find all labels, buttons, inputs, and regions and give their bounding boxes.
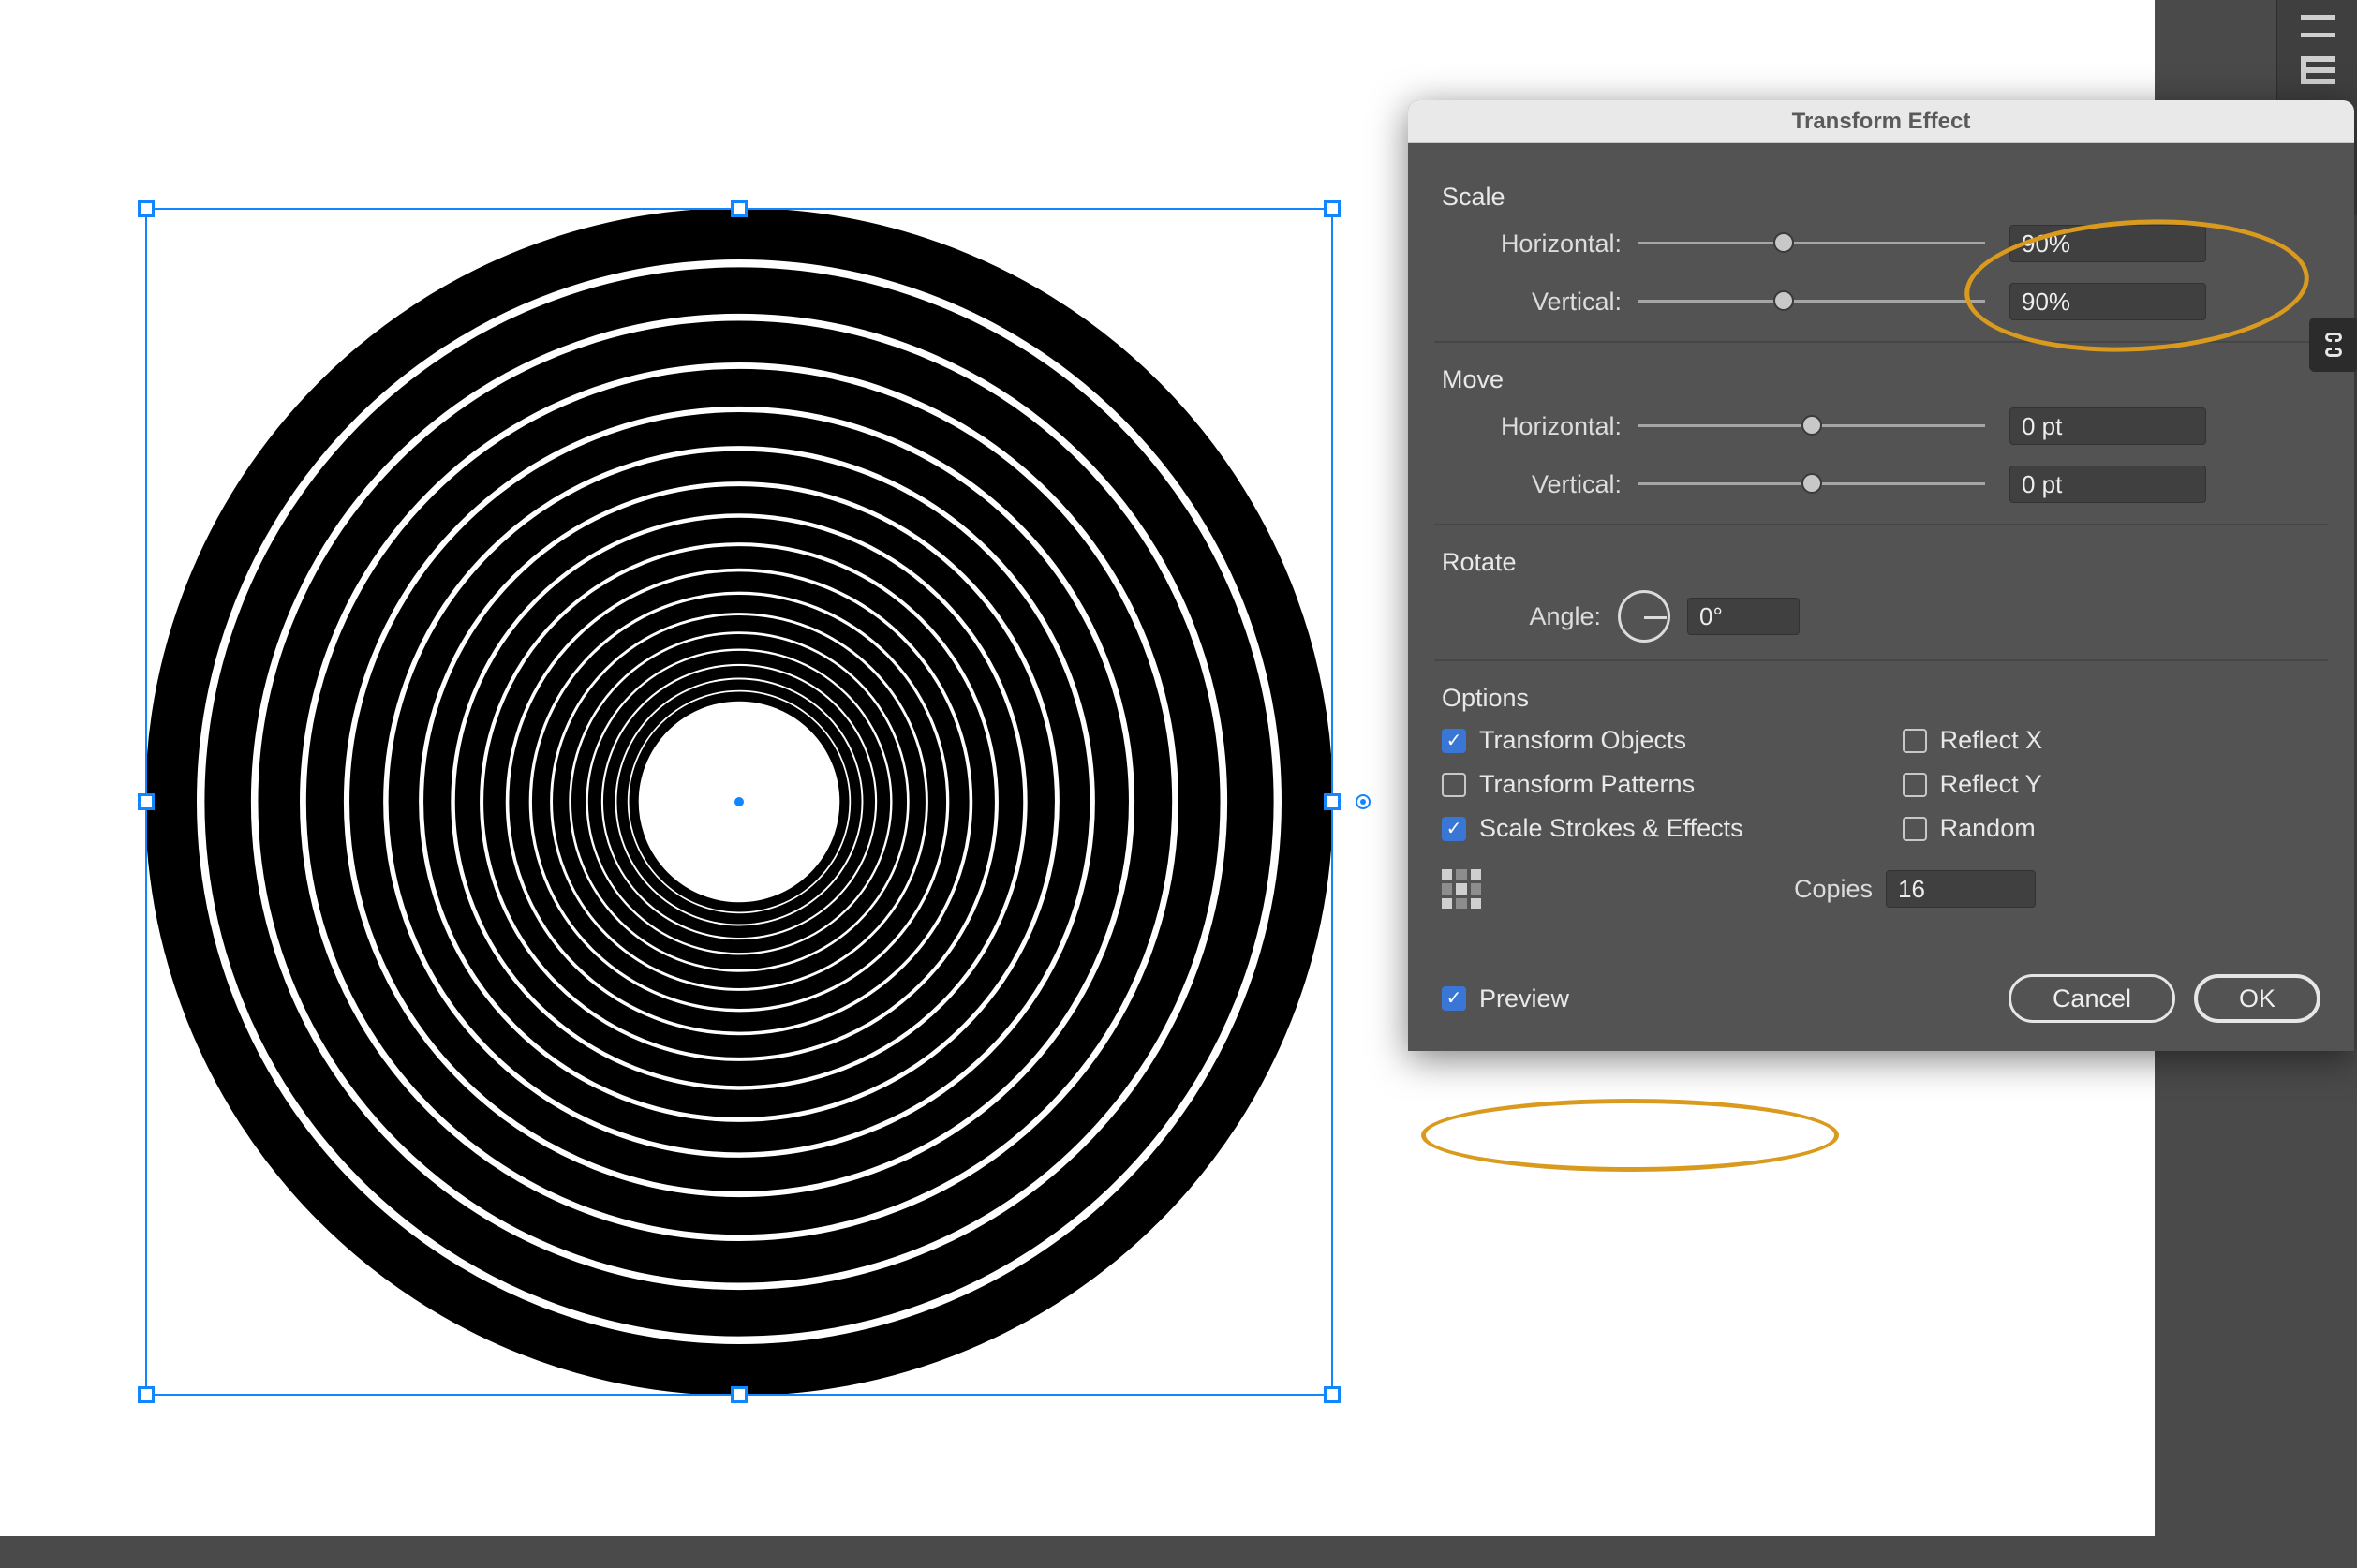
selection-bounding-box[interactable] [145, 208, 1333, 1396]
handle-bottom-middle[interactable] [731, 1386, 748, 1403]
reflect-x-label: Reflect X [1940, 726, 2043, 755]
move-horizontal-label: Horizontal: [1442, 412, 1622, 441]
scale-vertical-row: Vertical: 90% [1442, 283, 2320, 320]
reflect-y-label: Reflect Y [1940, 770, 2042, 799]
copies-label: Copies [1794, 875, 1873, 904]
rotate-angle-label: Angle: [1442, 602, 1601, 631]
move-vertical-slider[interactable] [1638, 471, 1985, 497]
rotate-section-label: Rotate [1442, 548, 2320, 577]
rotate-angle-input[interactable]: 0° [1687, 598, 1800, 635]
anchor-point-grid[interactable] [1442, 869, 1481, 909]
scale-section-label: Scale [1442, 183, 2320, 212]
scale-strokes-checkbox[interactable]: ✓ Scale Strokes & Effects [1442, 814, 1743, 843]
handle-top-left[interactable] [138, 200, 155, 217]
preview-checkbox[interactable]: ✓ Preview [1442, 984, 1569, 1013]
handle-top-right[interactable] [1324, 200, 1341, 217]
transform-objects-checkbox[interactable]: ✓ Transform Objects [1442, 726, 1743, 755]
dialog-title: Transform Effect [1792, 109, 1971, 135]
move-section-label: Move [1442, 365, 2320, 394]
random-label: Random [1940, 814, 2036, 843]
handle-top-middle[interactable] [731, 200, 748, 217]
move-horizontal-slider[interactable] [1638, 413, 1985, 439]
scale-vertical-label: Vertical: [1442, 288, 1622, 317]
move-vertical-label: Vertical: [1442, 470, 1622, 499]
move-vertical-input[interactable]: 0 pt [2009, 466, 2206, 503]
paragraph-icon[interactable] [2301, 56, 2335, 84]
rotate-handle[interactable] [1356, 794, 1371, 809]
align-icon[interactable] [2301, 15, 2335, 37]
move-vertical-row: Vertical: 0 pt [1442, 466, 2320, 503]
ok-button[interactable]: OK [2194, 974, 2320, 1023]
reflect-x-checkbox[interactable]: Reflect X [1903, 726, 2043, 755]
selection-center-point [734, 797, 744, 806]
rotate-angle-row: Angle: 0° [1442, 590, 2320, 643]
scale-horizontal-row: Horizontal: 90% [1442, 225, 2320, 262]
move-horizontal-row: Horizontal: 0 pt [1442, 407, 2320, 445]
scale-horizontal-slider[interactable] [1638, 230, 1985, 257]
link-constrain-icon[interactable] [2309, 318, 2357, 372]
scale-strokes-label: Scale Strokes & Effects [1479, 814, 1743, 843]
handle-bottom-right[interactable] [1324, 1386, 1341, 1403]
copies-row: Copies 16 [1442, 869, 2320, 909]
transform-patterns-label: Transform Patterns [1479, 770, 1695, 799]
scale-horizontal-label: Horizontal: [1442, 229, 1622, 259]
handle-middle-left[interactable] [138, 793, 155, 810]
handle-bottom-left[interactable] [138, 1386, 155, 1403]
preview-label: Preview [1479, 984, 1569, 1013]
random-checkbox[interactable]: Random [1903, 814, 2043, 843]
transform-effect-dialog: Transform Effect Scale Horizontal: 90% V… [1408, 100, 2354, 1051]
reflect-y-checkbox[interactable]: Reflect Y [1903, 770, 2043, 799]
cancel-button[interactable]: Cancel [2009, 974, 2175, 1023]
handle-middle-right[interactable] [1324, 793, 1341, 810]
transform-objects-label: Transform Objects [1479, 726, 1686, 755]
options-section-label: Options [1442, 684, 2320, 713]
dialog-titlebar[interactable]: Transform Effect [1408, 100, 2354, 143]
transform-patterns-checkbox[interactable]: Transform Patterns [1442, 770, 1743, 799]
angle-dial-icon[interactable] [1618, 590, 1670, 643]
scale-horizontal-input[interactable]: 90% [2009, 225, 2206, 262]
copies-input[interactable]: 16 [1886, 870, 2036, 908]
move-horizontal-input[interactable]: 0 pt [2009, 407, 2206, 445]
scale-vertical-input[interactable]: 90% [2009, 283, 2206, 320]
scale-vertical-slider[interactable] [1638, 288, 1985, 315]
